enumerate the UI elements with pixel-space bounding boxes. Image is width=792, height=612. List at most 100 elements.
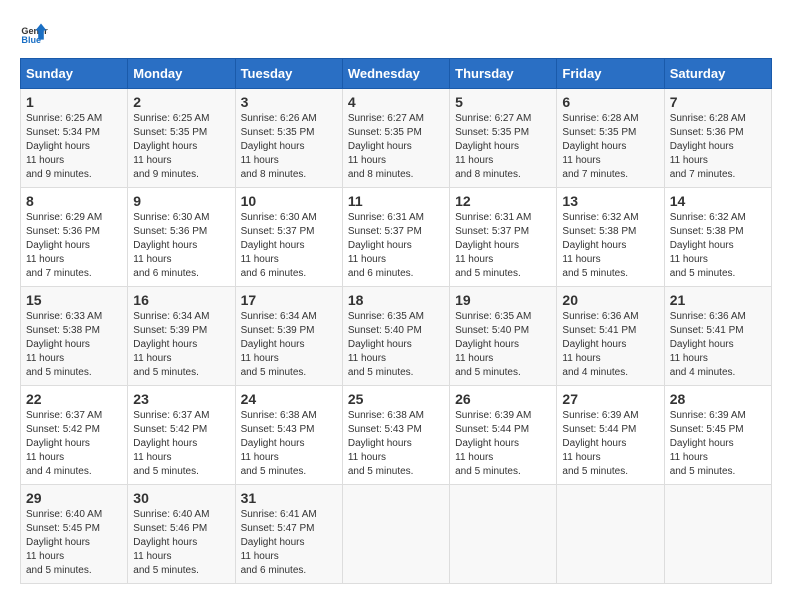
svg-text:Blue: Blue xyxy=(21,35,41,45)
day-info: Sunrise: 6:29 AM Sunset: 5:36 PM Dayligh… xyxy=(26,211,122,281)
day-number: 24 xyxy=(241,391,337,407)
day-info: Sunrise: 6:34 AM Sunset: 5:39 PM Dayligh… xyxy=(241,310,337,380)
day-info: Sunrise: 6:25 AM Sunset: 5:35 PM Dayligh… xyxy=(133,112,229,182)
day-number: 2 xyxy=(133,94,229,110)
day-number: 9 xyxy=(133,193,229,209)
table-row: 23 Sunrise: 6:37 AM Sunset: 5:42 PM Dayl… xyxy=(128,386,235,485)
day-info: Sunrise: 6:36 AM Sunset: 5:41 PM Dayligh… xyxy=(562,310,658,380)
table-row: 17 Sunrise: 6:34 AM Sunset: 5:39 PM Dayl… xyxy=(235,287,342,386)
day-info: Sunrise: 6:28 AM Sunset: 5:35 PM Dayligh… xyxy=(562,112,658,182)
day-info: Sunrise: 6:38 AM Sunset: 5:43 PM Dayligh… xyxy=(348,409,444,479)
table-row: 13 Sunrise: 6:32 AM Sunset: 5:38 PM Dayl… xyxy=(557,188,664,287)
day-number: 31 xyxy=(241,490,337,506)
day-number: 11 xyxy=(348,193,444,209)
table-row: 8 Sunrise: 6:29 AM Sunset: 5:36 PM Dayli… xyxy=(21,188,128,287)
table-row: 6 Sunrise: 6:28 AM Sunset: 5:35 PM Dayli… xyxy=(557,89,664,188)
table-row: 18 Sunrise: 6:35 AM Sunset: 5:40 PM Dayl… xyxy=(342,287,449,386)
day-number: 13 xyxy=(562,193,658,209)
day-info: Sunrise: 6:31 AM Sunset: 5:37 PM Dayligh… xyxy=(348,211,444,281)
col-header-monday: Monday xyxy=(128,59,235,89)
day-number: 19 xyxy=(455,292,551,308)
table-row: 20 Sunrise: 6:36 AM Sunset: 5:41 PM Dayl… xyxy=(557,287,664,386)
day-number: 20 xyxy=(562,292,658,308)
table-row: 7 Sunrise: 6:28 AM Sunset: 5:36 PM Dayli… xyxy=(664,89,771,188)
table-row: 15 Sunrise: 6:33 AM Sunset: 5:38 PM Dayl… xyxy=(21,287,128,386)
col-header-sunday: Sunday xyxy=(21,59,128,89)
day-info: Sunrise: 6:39 AM Sunset: 5:44 PM Dayligh… xyxy=(455,409,551,479)
table-row: 21 Sunrise: 6:36 AM Sunset: 5:41 PM Dayl… xyxy=(664,287,771,386)
day-info: Sunrise: 6:40 AM Sunset: 5:45 PM Dayligh… xyxy=(26,508,122,578)
day-info: Sunrise: 6:30 AM Sunset: 5:36 PM Dayligh… xyxy=(133,211,229,281)
day-number: 16 xyxy=(133,292,229,308)
day-info: Sunrise: 6:32 AM Sunset: 5:38 PM Dayligh… xyxy=(670,211,766,281)
day-info: Sunrise: 6:35 AM Sunset: 5:40 PM Dayligh… xyxy=(455,310,551,380)
day-info: Sunrise: 6:37 AM Sunset: 5:42 PM Dayligh… xyxy=(26,409,122,479)
day-number: 1 xyxy=(26,94,122,110)
day-info: Sunrise: 6:40 AM Sunset: 5:46 PM Dayligh… xyxy=(133,508,229,578)
table-row: 11 Sunrise: 6:31 AM Sunset: 5:37 PM Dayl… xyxy=(342,188,449,287)
day-number: 3 xyxy=(241,94,337,110)
table-row: 22 Sunrise: 6:37 AM Sunset: 5:42 PM Dayl… xyxy=(21,386,128,485)
table-row: 28 Sunrise: 6:39 AM Sunset: 5:45 PM Dayl… xyxy=(664,386,771,485)
day-info: Sunrise: 6:39 AM Sunset: 5:44 PM Dayligh… xyxy=(562,409,658,479)
day-info: Sunrise: 6:25 AM Sunset: 5:34 PM Dayligh… xyxy=(26,112,122,182)
day-number: 28 xyxy=(670,391,766,407)
day-number: 6 xyxy=(562,94,658,110)
calendar-table: SundayMondayTuesdayWednesdayThursdayFrid… xyxy=(20,58,772,584)
table-row: 14 Sunrise: 6:32 AM Sunset: 5:38 PM Dayl… xyxy=(664,188,771,287)
day-info: Sunrise: 6:39 AM Sunset: 5:45 PM Dayligh… xyxy=(670,409,766,479)
day-info: Sunrise: 6:32 AM Sunset: 5:38 PM Dayligh… xyxy=(562,211,658,281)
table-row: 3 Sunrise: 6:26 AM Sunset: 5:35 PM Dayli… xyxy=(235,89,342,188)
day-number: 22 xyxy=(26,391,122,407)
day-number: 10 xyxy=(241,193,337,209)
table-row: 24 Sunrise: 6:38 AM Sunset: 5:43 PM Dayl… xyxy=(235,386,342,485)
day-info: Sunrise: 6:31 AM Sunset: 5:37 PM Dayligh… xyxy=(455,211,551,281)
table-row: 16 Sunrise: 6:34 AM Sunset: 5:39 PM Dayl… xyxy=(128,287,235,386)
table-row: 9 Sunrise: 6:30 AM Sunset: 5:36 PM Dayli… xyxy=(128,188,235,287)
day-info: Sunrise: 6:36 AM Sunset: 5:41 PM Dayligh… xyxy=(670,310,766,380)
table-row: 1 Sunrise: 6:25 AM Sunset: 5:34 PM Dayli… xyxy=(21,89,128,188)
col-header-friday: Friday xyxy=(557,59,664,89)
day-number: 18 xyxy=(348,292,444,308)
day-number: 17 xyxy=(241,292,337,308)
day-info: Sunrise: 6:33 AM Sunset: 5:38 PM Dayligh… xyxy=(26,310,122,380)
day-number: 27 xyxy=(562,391,658,407)
table-row: 10 Sunrise: 6:30 AM Sunset: 5:37 PM Dayl… xyxy=(235,188,342,287)
table-row: 31 Sunrise: 6:41 AM Sunset: 5:47 PM Dayl… xyxy=(235,485,342,584)
day-number: 14 xyxy=(670,193,766,209)
day-number: 26 xyxy=(455,391,551,407)
table-row xyxy=(557,485,664,584)
day-number: 8 xyxy=(26,193,122,209)
page-header: General Blue xyxy=(20,20,772,48)
col-header-saturday: Saturday xyxy=(664,59,771,89)
day-info: Sunrise: 6:28 AM Sunset: 5:36 PM Dayligh… xyxy=(670,112,766,182)
day-number: 29 xyxy=(26,490,122,506)
day-number: 25 xyxy=(348,391,444,407)
table-row xyxy=(342,485,449,584)
table-row: 12 Sunrise: 6:31 AM Sunset: 5:37 PM Dayl… xyxy=(450,188,557,287)
day-info: Sunrise: 6:26 AM Sunset: 5:35 PM Dayligh… xyxy=(241,112,337,182)
col-header-thursday: Thursday xyxy=(450,59,557,89)
table-row: 26 Sunrise: 6:39 AM Sunset: 5:44 PM Dayl… xyxy=(450,386,557,485)
table-row: 29 Sunrise: 6:40 AM Sunset: 5:45 PM Dayl… xyxy=(21,485,128,584)
table-row: 4 Sunrise: 6:27 AM Sunset: 5:35 PM Dayli… xyxy=(342,89,449,188)
day-info: Sunrise: 6:37 AM Sunset: 5:42 PM Dayligh… xyxy=(133,409,229,479)
table-row xyxy=(450,485,557,584)
logo-icon: General Blue xyxy=(20,20,48,48)
table-row: 19 Sunrise: 6:35 AM Sunset: 5:40 PM Dayl… xyxy=(450,287,557,386)
day-number: 4 xyxy=(348,94,444,110)
day-info: Sunrise: 6:38 AM Sunset: 5:43 PM Dayligh… xyxy=(241,409,337,479)
day-info: Sunrise: 6:27 AM Sunset: 5:35 PM Dayligh… xyxy=(348,112,444,182)
day-info: Sunrise: 6:41 AM Sunset: 5:47 PM Dayligh… xyxy=(241,508,337,578)
day-number: 30 xyxy=(133,490,229,506)
day-number: 23 xyxy=(133,391,229,407)
day-info: Sunrise: 6:34 AM Sunset: 5:39 PM Dayligh… xyxy=(133,310,229,380)
day-number: 12 xyxy=(455,193,551,209)
col-header-tuesday: Tuesday xyxy=(235,59,342,89)
day-info: Sunrise: 6:30 AM Sunset: 5:37 PM Dayligh… xyxy=(241,211,337,281)
logo: General Blue xyxy=(20,20,48,48)
table-row: 5 Sunrise: 6:27 AM Sunset: 5:35 PM Dayli… xyxy=(450,89,557,188)
table-row: 2 Sunrise: 6:25 AM Sunset: 5:35 PM Dayli… xyxy=(128,89,235,188)
col-header-wednesday: Wednesday xyxy=(342,59,449,89)
day-info: Sunrise: 6:35 AM Sunset: 5:40 PM Dayligh… xyxy=(348,310,444,380)
